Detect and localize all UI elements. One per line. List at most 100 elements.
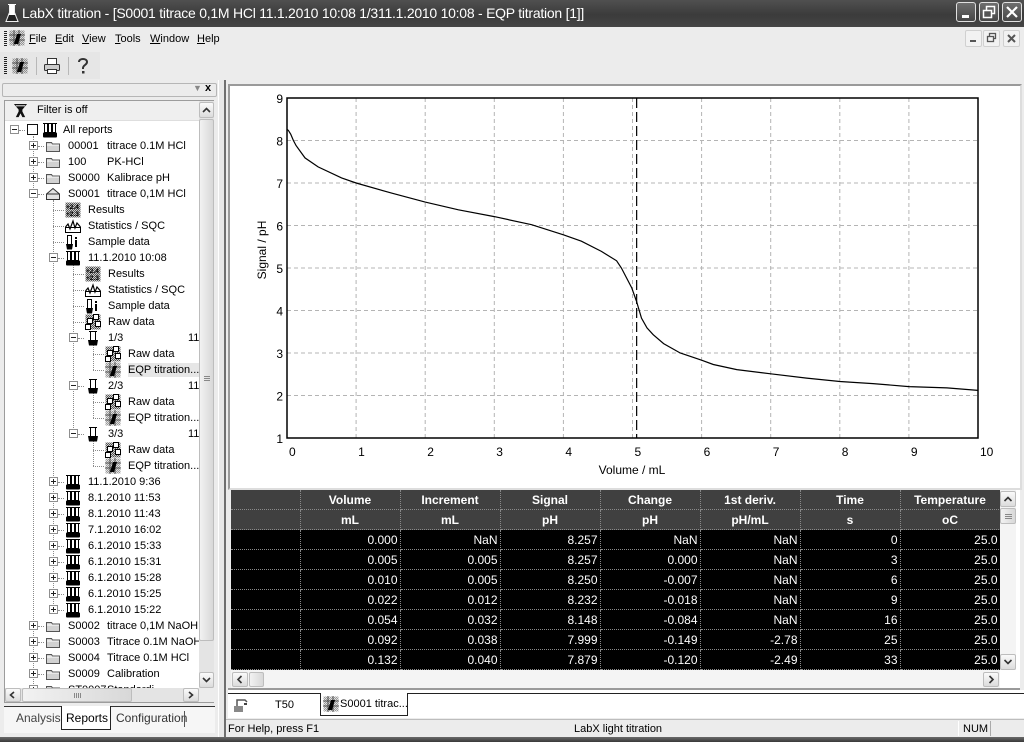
column-header[interactable]: Volume bbox=[300, 490, 401, 510]
eqp-titration-icon[interactable] bbox=[10, 56, 30, 76]
expand-icon[interactable] bbox=[49, 509, 58, 518]
table-row[interactable]: 0.000 NaN 8.257 NaN NaN 0 25.0 bbox=[231, 529, 1000, 550]
tree-item[interactable]: EQP titration... bbox=[4, 410, 199, 426]
scroll-thumb[interactable] bbox=[22, 688, 132, 702]
expand-icon[interactable] bbox=[29, 173, 38, 182]
menubar-gripper[interactable] bbox=[4, 31, 7, 47]
column-header[interactable]: 1st deriv. bbox=[700, 490, 801, 510]
expand-icon[interactable] bbox=[29, 637, 38, 646]
collapse-icon[interactable] bbox=[69, 429, 78, 438]
expand-icon[interactable] bbox=[49, 541, 58, 550]
expand-icon[interactable] bbox=[29, 621, 38, 630]
tree-item[interactable]: 3/3 11 bbox=[4, 426, 199, 442]
tree-item[interactable]: 2/3 11 bbox=[4, 378, 199, 394]
column-unit[interactable]: pH bbox=[600, 509, 701, 530]
expand-icon[interactable] bbox=[49, 589, 58, 598]
expand-icon[interactable] bbox=[29, 653, 38, 662]
column-unit[interactable]: mL bbox=[400, 509, 501, 530]
column-header[interactable]: Temperature bbox=[900, 490, 1000, 510]
doc-tab-s0001[interactable]: S0001 titrac... bbox=[320, 693, 408, 716]
tree-item[interactable]: All reports bbox=[4, 122, 199, 138]
expand-icon[interactable] bbox=[29, 141, 38, 150]
close-button[interactable] bbox=[1002, 2, 1022, 22]
table-row[interactable]: 0.022 0.012 8.232 -0.018 NaN 9 25.0 bbox=[231, 589, 1000, 610]
tree-item[interactable]: Results bbox=[4, 266, 199, 282]
table-horizontal-scrollbar[interactable] bbox=[231, 670, 1000, 688]
collapse-icon[interactable] bbox=[49, 253, 58, 262]
tree-item[interactable]: Statistics / SQC bbox=[4, 218, 199, 234]
tree-item[interactable]: Sample data bbox=[4, 298, 199, 314]
tree-item[interactable]: S0002 titrace 0,1M NaOH bbox=[4, 618, 199, 634]
column-header[interactable]: Increment bbox=[400, 490, 501, 510]
expand-icon[interactable] bbox=[49, 525, 58, 534]
tree-item[interactable]: S0004 Titrace 0.1M HCl bbox=[4, 650, 199, 666]
column-unit[interactable]: pH bbox=[500, 509, 601, 530]
menu-tools[interactable]: Tools bbox=[115, 33, 141, 45]
scroll-down-button[interactable] bbox=[1000, 654, 1016, 670]
tree-item[interactable]: Raw data bbox=[4, 394, 199, 410]
expand-icon[interactable] bbox=[49, 573, 58, 582]
column-header[interactable]: Time bbox=[800, 490, 901, 510]
tree-item[interactable]: S0001 titrace 0,1M HCl bbox=[4, 186, 199, 202]
table-row[interactable]: 0.054 0.032 8.148 -0.084 NaN 16 25.0 bbox=[231, 609, 1000, 630]
expand-icon[interactable] bbox=[49, 557, 58, 566]
scroll-thumb[interactable] bbox=[199, 119, 214, 641]
table-vertical-scrollbar[interactable] bbox=[1000, 490, 1016, 670]
menu-help[interactable]: Help bbox=[197, 33, 220, 45]
collapse-icon[interactable] bbox=[69, 381, 78, 390]
scroll-up-button[interactable] bbox=[1000, 491, 1016, 507]
tree-item[interactable]: 6.1.2010 15:28 bbox=[4, 570, 199, 586]
select-checkbox[interactable] bbox=[27, 124, 38, 135]
print-icon[interactable] bbox=[42, 56, 62, 76]
scroll-left-button[interactable] bbox=[232, 672, 248, 687]
tree-item[interactable]: S0009 Calibration bbox=[4, 666, 199, 682]
document-eqp-icon[interactable] bbox=[9, 30, 25, 46]
column-header[interactable]: Signal bbox=[500, 490, 601, 510]
menu-edit[interactable]: Edit bbox=[55, 33, 74, 45]
expand-icon[interactable] bbox=[29, 669, 38, 678]
column-unit[interactable]: oC bbox=[900, 509, 1000, 530]
expand-icon[interactable] bbox=[49, 493, 58, 502]
tree-item[interactable]: 8.1.2010 11:43 bbox=[4, 506, 199, 522]
tree-item[interactable]: Raw data bbox=[4, 442, 199, 458]
table-row[interactable]: 0.005 0.005 8.257 0.000 NaN 3 25.0 bbox=[231, 549, 1000, 570]
tab-configuration[interactable]: Configuration bbox=[116, 711, 187, 725]
tree-item[interactable]: 11.1.2010 9:36 bbox=[4, 474, 199, 490]
table-row[interactable]: 0.132 0.040 7.879 -0.120 -2.49 33 25.0 bbox=[231, 649, 1000, 670]
tree-item[interactable]: 6.1.2010 15:31 bbox=[4, 554, 199, 570]
panel-splitter[interactable] bbox=[218, 80, 226, 738]
expand-icon[interactable] bbox=[49, 477, 58, 486]
scroll-thumb[interactable] bbox=[1000, 508, 1016, 524]
tree-horizontal-scrollbar[interactable] bbox=[5, 688, 199, 702]
tree-item[interactable]: Raw data bbox=[4, 314, 199, 330]
tree-item[interactable]: Results bbox=[4, 202, 199, 218]
help-icon[interactable] bbox=[73, 56, 93, 76]
child-close-button[interactable] bbox=[1003, 30, 1020, 47]
scroll-up-button[interactable] bbox=[199, 102, 214, 118]
tree-item[interactable]: 7.1.2010 16:02 bbox=[4, 522, 199, 538]
tree-item[interactable]: 100 PK-HCl bbox=[4, 154, 199, 170]
collapse-icon[interactable] bbox=[69, 333, 78, 342]
scroll-thumb[interactable] bbox=[249, 672, 264, 687]
scroll-down-button[interactable] bbox=[199, 672, 214, 688]
menu-file[interactable]: File bbox=[29, 33, 47, 45]
panel-close-icon[interactable]: x bbox=[205, 82, 211, 94]
tree-item[interactable]: S0003 Titrace 0.1M NaOH bbox=[4, 634, 199, 650]
column-unit[interactable]: s bbox=[800, 509, 901, 530]
expand-icon[interactable] bbox=[29, 157, 38, 166]
tree-vertical-scrollbar[interactable] bbox=[199, 101, 214, 688]
tree-item[interactable]: Statistics / SQC bbox=[4, 282, 199, 298]
tree-item[interactable]: EQP titration... bbox=[4, 458, 199, 474]
table-row[interactable]: 0.010 0.005 8.250 -0.007 NaN 6 25.0 bbox=[231, 569, 1000, 590]
scroll-right-button[interactable] bbox=[183, 688, 199, 702]
child-restore-button[interactable] bbox=[983, 30, 1000, 47]
tree-item[interactable]: Sample data bbox=[4, 234, 199, 250]
toolbar-gripper[interactable] bbox=[4, 57, 7, 75]
tree-item[interactable]: 6.1.2010 15:22 bbox=[4, 602, 199, 618]
tree-item[interactable]: 6.1.2010 15:33 bbox=[4, 538, 199, 554]
tab-reports[interactable]: Reports bbox=[66, 711, 108, 725]
tree-item[interactable]: 6.1.2010 15:25 bbox=[4, 586, 199, 602]
tree-item[interactable]: 11.1.2010 10:08 bbox=[4, 250, 199, 266]
table-row[interactable]: 0.092 0.038 7.999 -0.149 -2.78 25 25.0 bbox=[231, 629, 1000, 650]
collapse-icon[interactable] bbox=[29, 189, 38, 198]
